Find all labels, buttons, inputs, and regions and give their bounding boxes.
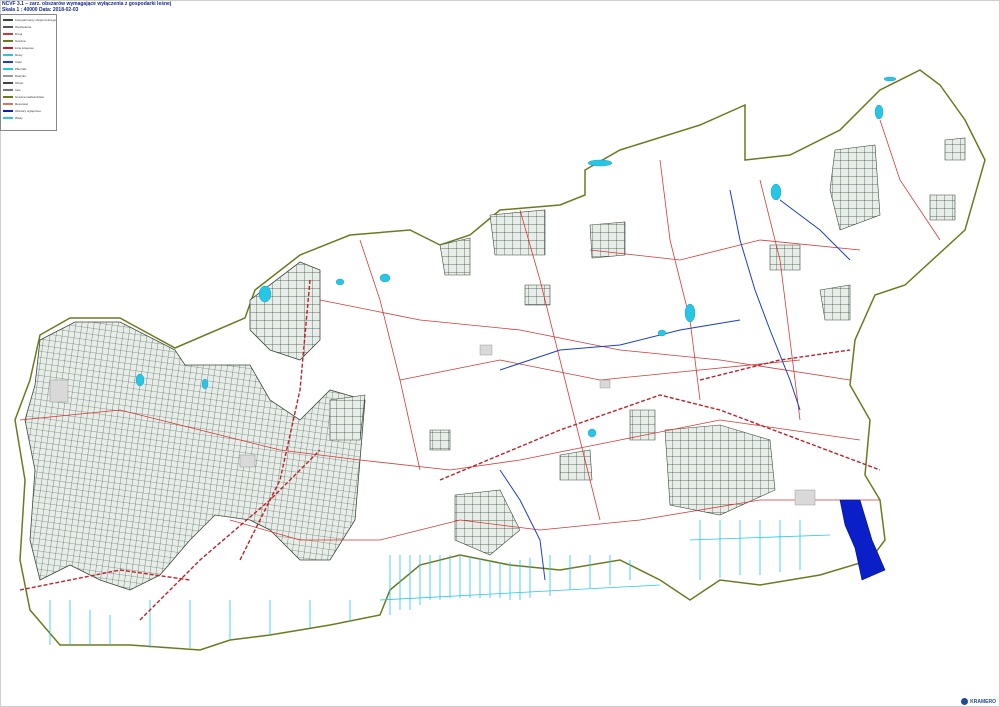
legend-label: Obszary wyłączone — [15, 109, 42, 113]
legend-label: Granica nadleśnictwa — [15, 95, 44, 99]
legend-label: Zbiorniki — [15, 67, 27, 71]
legend-label: Inne — [15, 88, 21, 92]
legend-label: Granica — [15, 39, 26, 43]
legend-symbol-icon — [3, 89, 13, 92]
legend-symbol-icon — [3, 26, 13, 29]
legend-row: Drogi — [3, 32, 22, 36]
legend-symbol-icon — [3, 68, 13, 71]
legend-label: Rezerwat — [15, 102, 28, 106]
legend-row: Cieki — [3, 60, 22, 64]
legend-symbol-icon — [3, 82, 13, 85]
legend-row: Rowy — [3, 53, 23, 57]
legend-symbol-icon — [3, 110, 13, 113]
legend-symbol-icon — [3, 47, 13, 50]
legend-label: Budynki — [15, 74, 26, 78]
legend-row: Obszary wyłączone — [3, 109, 41, 113]
company-logo: KRAMERO — [961, 698, 996, 705]
legend-row: Rezerwat — [3, 102, 28, 106]
legend-label: Wody — [15, 116, 23, 120]
legend-label: Obręb — [15, 81, 24, 85]
legend-symbol-icon — [3, 96, 13, 99]
legend-label: Drogi — [15, 32, 23, 36]
legend-symbol-icon — [3, 33, 13, 36]
legend-symbol-icon — [3, 40, 13, 43]
legend-symbol-icon — [3, 117, 13, 120]
legend-row: Inne — [3, 88, 21, 92]
legend-row: Budynki — [3, 74, 26, 78]
legend-row: Wody — [3, 116, 23, 120]
legend-row: Linie kolejowe — [3, 46, 34, 50]
legend-symbol-icon — [3, 54, 13, 57]
legend-row: Granica nadleśnictwa — [3, 95, 44, 99]
legend-row: Granica — [3, 39, 26, 43]
legend-row: Zbiorniki — [3, 67, 26, 71]
legend-symbol-icon — [3, 103, 13, 106]
forest-map[interactable] — [0, 0, 1000, 707]
legend-label: Wydzielenia — [15, 25, 32, 29]
legend-panel: Kompartmenty obrębu leśnego Wydzielenia Dr… — [0, 14, 57, 131]
legend-symbol-icon — [3, 75, 13, 78]
map-header: NCVF 3.1 – zarz. obszarów wymagające wył… — [2, 1, 171, 13]
legend-row: Wydzielenia — [3, 25, 31, 29]
legend-symbol-icon — [3, 19, 13, 22]
legend-row: Kompartmenty obrębu leśnego — [3, 18, 56, 22]
logo-mark-icon — [961, 698, 969, 705]
logo-text: KRAMERO — [970, 698, 996, 705]
map-scale-date: Skala 1 : 40000 Data: 2018-02-03 — [2, 7, 79, 13]
legend-label: Rowy — [15, 53, 23, 57]
legend-symbol-icon — [3, 61, 13, 64]
legend-row: Obręb — [3, 81, 23, 85]
legend-label: Cieki — [15, 60, 22, 64]
legend-label: Kompartmenty obrębu leśnego — [15, 18, 57, 22]
legend-label: Linie kolejowe — [15, 46, 34, 50]
